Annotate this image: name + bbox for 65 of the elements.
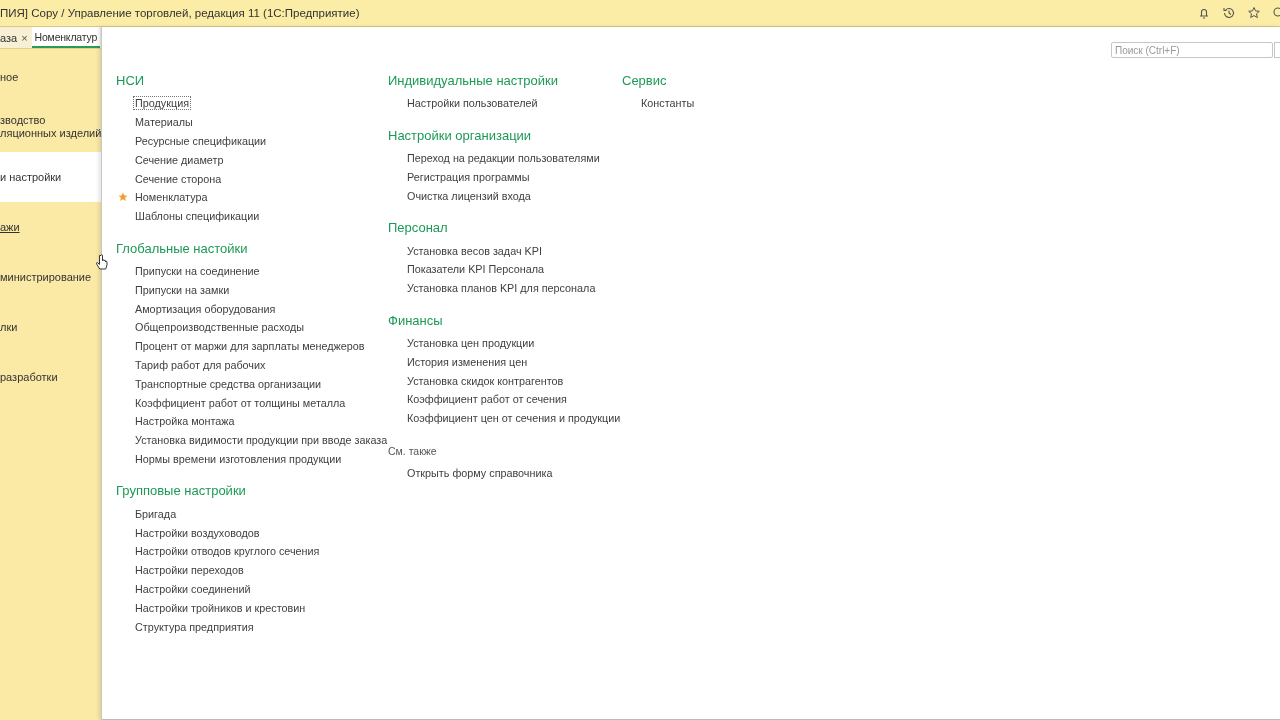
menu-link[interactable]: Коэффициент цен от сечения и продукции (405, 411, 623, 426)
menu-link[interactable]: Настройка монтажа (133, 414, 237, 429)
menu-link[interactable]: Установка цен продукции (405, 335, 537, 350)
sidebar-item[interactable]: министрирование (0, 252, 101, 302)
menu-link[interactable]: Настройки пользователей (405, 96, 540, 111)
menu-link[interactable]: Продукция (133, 96, 192, 111)
section-heading: Финансы (388, 311, 444, 330)
menu-link[interactable]: Номенклатура (133, 190, 210, 205)
menu-link[interactable]: Нормы времени изготовления продукции (133, 451, 344, 466)
section-heading: Глобальные настойки (116, 239, 249, 258)
menu-link[interactable]: Настройки воздуховодов (133, 525, 262, 540)
menu-link[interactable]: Процент от маржи для зарплаты менеджеров (133, 339, 367, 354)
section-heading: НСИ (116, 72, 146, 90)
menu-link[interactable]: Тариф работ для рабочих (133, 357, 268, 372)
menu-link[interactable]: Установка весов задач KPI (405, 243, 544, 258)
menu-link[interactable]: Транспортные средства организации (133, 376, 323, 391)
menu-link[interactable]: Установка видимости продукции при вводе заказа (133, 433, 390, 448)
sidebar-item[interactable]: ажи (0, 202, 101, 252)
menu-link[interactable]: Коэффициент работ от толщины металла (133, 395, 348, 410)
menu-link[interactable]: Структура предприятия (133, 619, 256, 634)
sidebar-item[interactable]: разработки (0, 352, 101, 402)
menu-link[interactable]: Сечение сторона (133, 171, 224, 186)
menu-link[interactable]: Очистка лицензий входа (405, 188, 533, 203)
sidebar-item[interactable]: и настройки (0, 152, 101, 202)
star-icon[interactable] (1247, 6, 1261, 20)
menu-link[interactable]: Открыть форму справочника (405, 465, 555, 480)
tab-label[interactable]: аза (0, 31, 18, 44)
sidebar-item[interactable]: зводство ляционных изделий (0, 102, 101, 152)
see-also-heading: См. также (388, 443, 438, 459)
section-heading: Индивидуальные настройки (388, 72, 559, 90)
menu-link[interactable]: Переход на редакции пользователями (405, 151, 602, 166)
sidebar-item[interactable]: ное (0, 52, 101, 102)
close-icon[interactable]: × (21, 31, 28, 44)
favorite-star-icon[interactable] (118, 192, 128, 203)
menu-link[interactable]: Шаблоны спецификации (133, 209, 262, 224)
menu-link[interactable]: Припуски на соединение (133, 263, 262, 278)
menu-link[interactable]: Амортизация оборудования (133, 301, 278, 316)
menu-link[interactable]: Показатели KPI Персонала (405, 262, 547, 277)
section-heading: Настройки организации (388, 126, 533, 145)
sidebar-item[interactable]: лки (0, 302, 101, 352)
menu-link[interactable]: Коэффициент работ от сечения (405, 392, 569, 407)
history-icon[interactable] (1222, 6, 1236, 20)
menu-link[interactable]: Установка скидок контрагентов (405, 373, 566, 388)
menu-link[interactable]: Сечение диаметр (133, 152, 226, 167)
menu-link[interactable]: Бригада (133, 506, 179, 521)
tab[interactable]: Номенклатур (31, 27, 101, 48)
menu-link[interactable]: Общепроизводственные расходы (133, 320, 307, 335)
section-heading: Персонал (388, 219, 449, 238)
menu-link[interactable]: Настройки переходов (133, 563, 246, 578)
menu-link[interactable]: Установка планов KPI для персонала (405, 281, 598, 296)
menu-link[interactable]: История изменения цен (405, 354, 530, 369)
search-field[interactable]: Поиск (Ctrl+F) (1111, 42, 1273, 58)
menu-link[interactable]: Настройки тройников и крестовин (133, 600, 308, 615)
section-heading: Сервис (622, 72, 668, 90)
menu-link[interactable]: Материалы (133, 115, 195, 130)
menu-link[interactable]: Настройки отводов круглого сечения (133, 544, 322, 559)
menu-link[interactable]: Константы (639, 96, 697, 111)
menu-link[interactable]: Припуски на замки (133, 282, 232, 297)
menu-link[interactable]: Регистрация программы (405, 170, 532, 184)
menu-link[interactable]: Настройки соединений (133, 581, 253, 596)
tab[interactable]: аза × (0, 27, 31, 48)
menu-link[interactable]: Ресурсные спецификации (133, 134, 269, 148)
window-title: ПИЯ] Copy / Управление торговлей, редакция 11 (1С:Предприятие) (0, 7, 360, 19)
bell-icon[interactable] (1197, 6, 1211, 20)
section-heading: Групповые настройки (116, 482, 247, 501)
